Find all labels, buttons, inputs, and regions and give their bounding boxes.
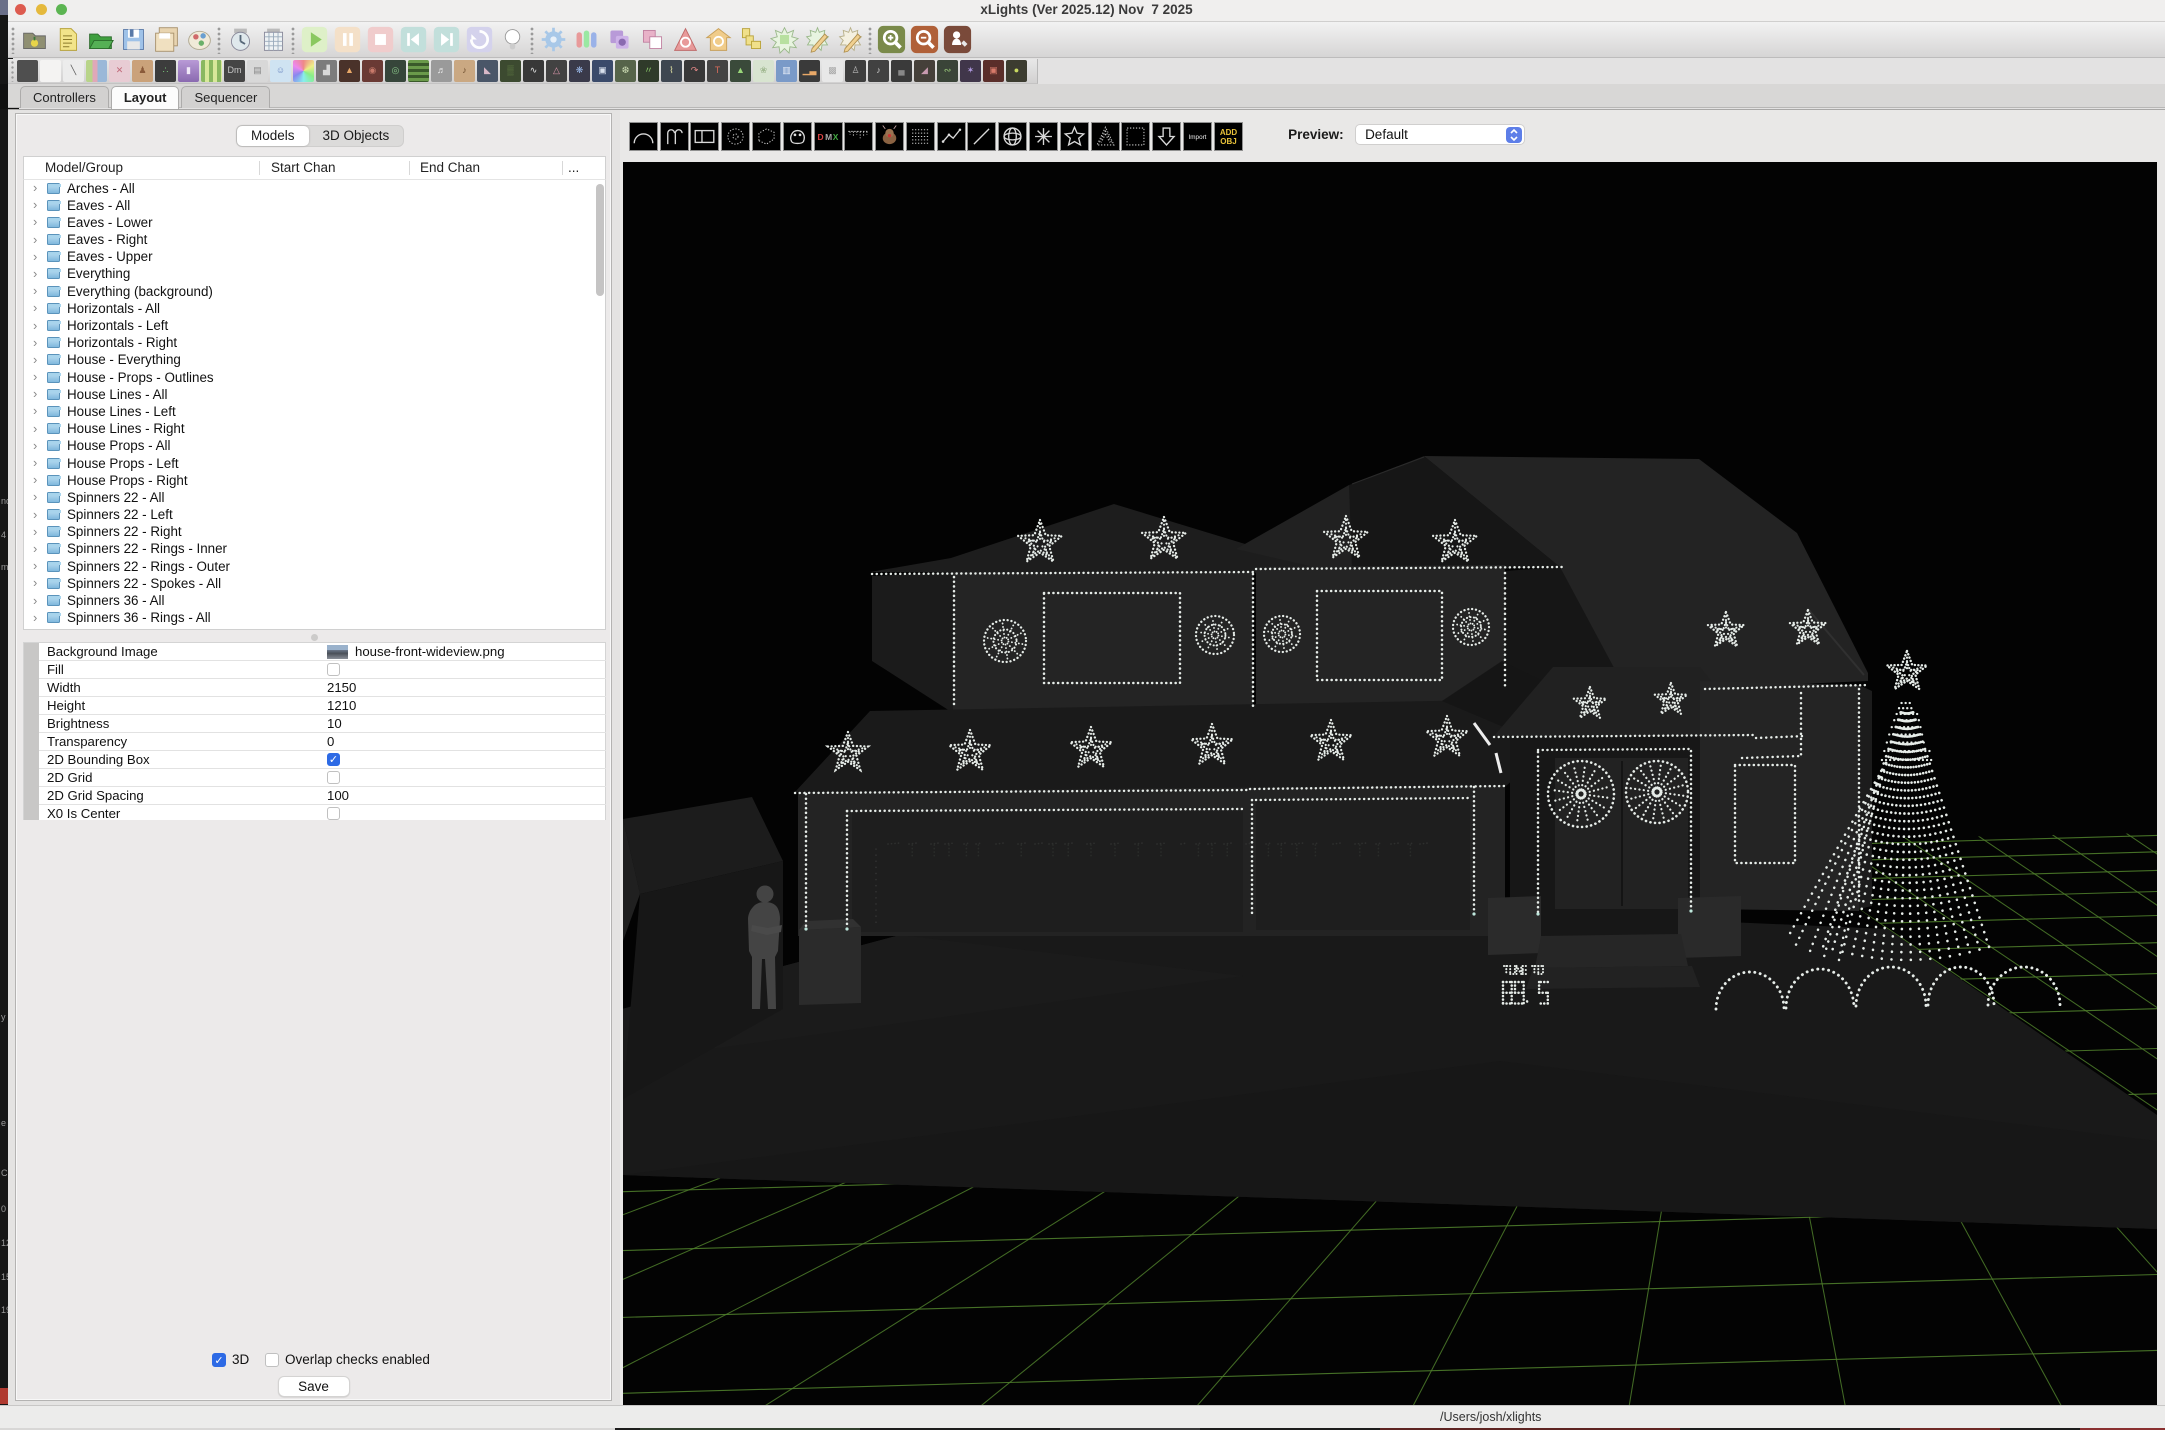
svg-text:ADD: ADD bbox=[1220, 128, 1238, 137]
svg-text:X: X bbox=[832, 132, 838, 142]
svg-text:M: M bbox=[825, 132, 832, 142]
svg-text:OBJ: OBJ bbox=[1220, 137, 1236, 146]
svg-text:D: D bbox=[817, 132, 823, 142]
svg-text:Import: Import bbox=[1189, 134, 1207, 141]
